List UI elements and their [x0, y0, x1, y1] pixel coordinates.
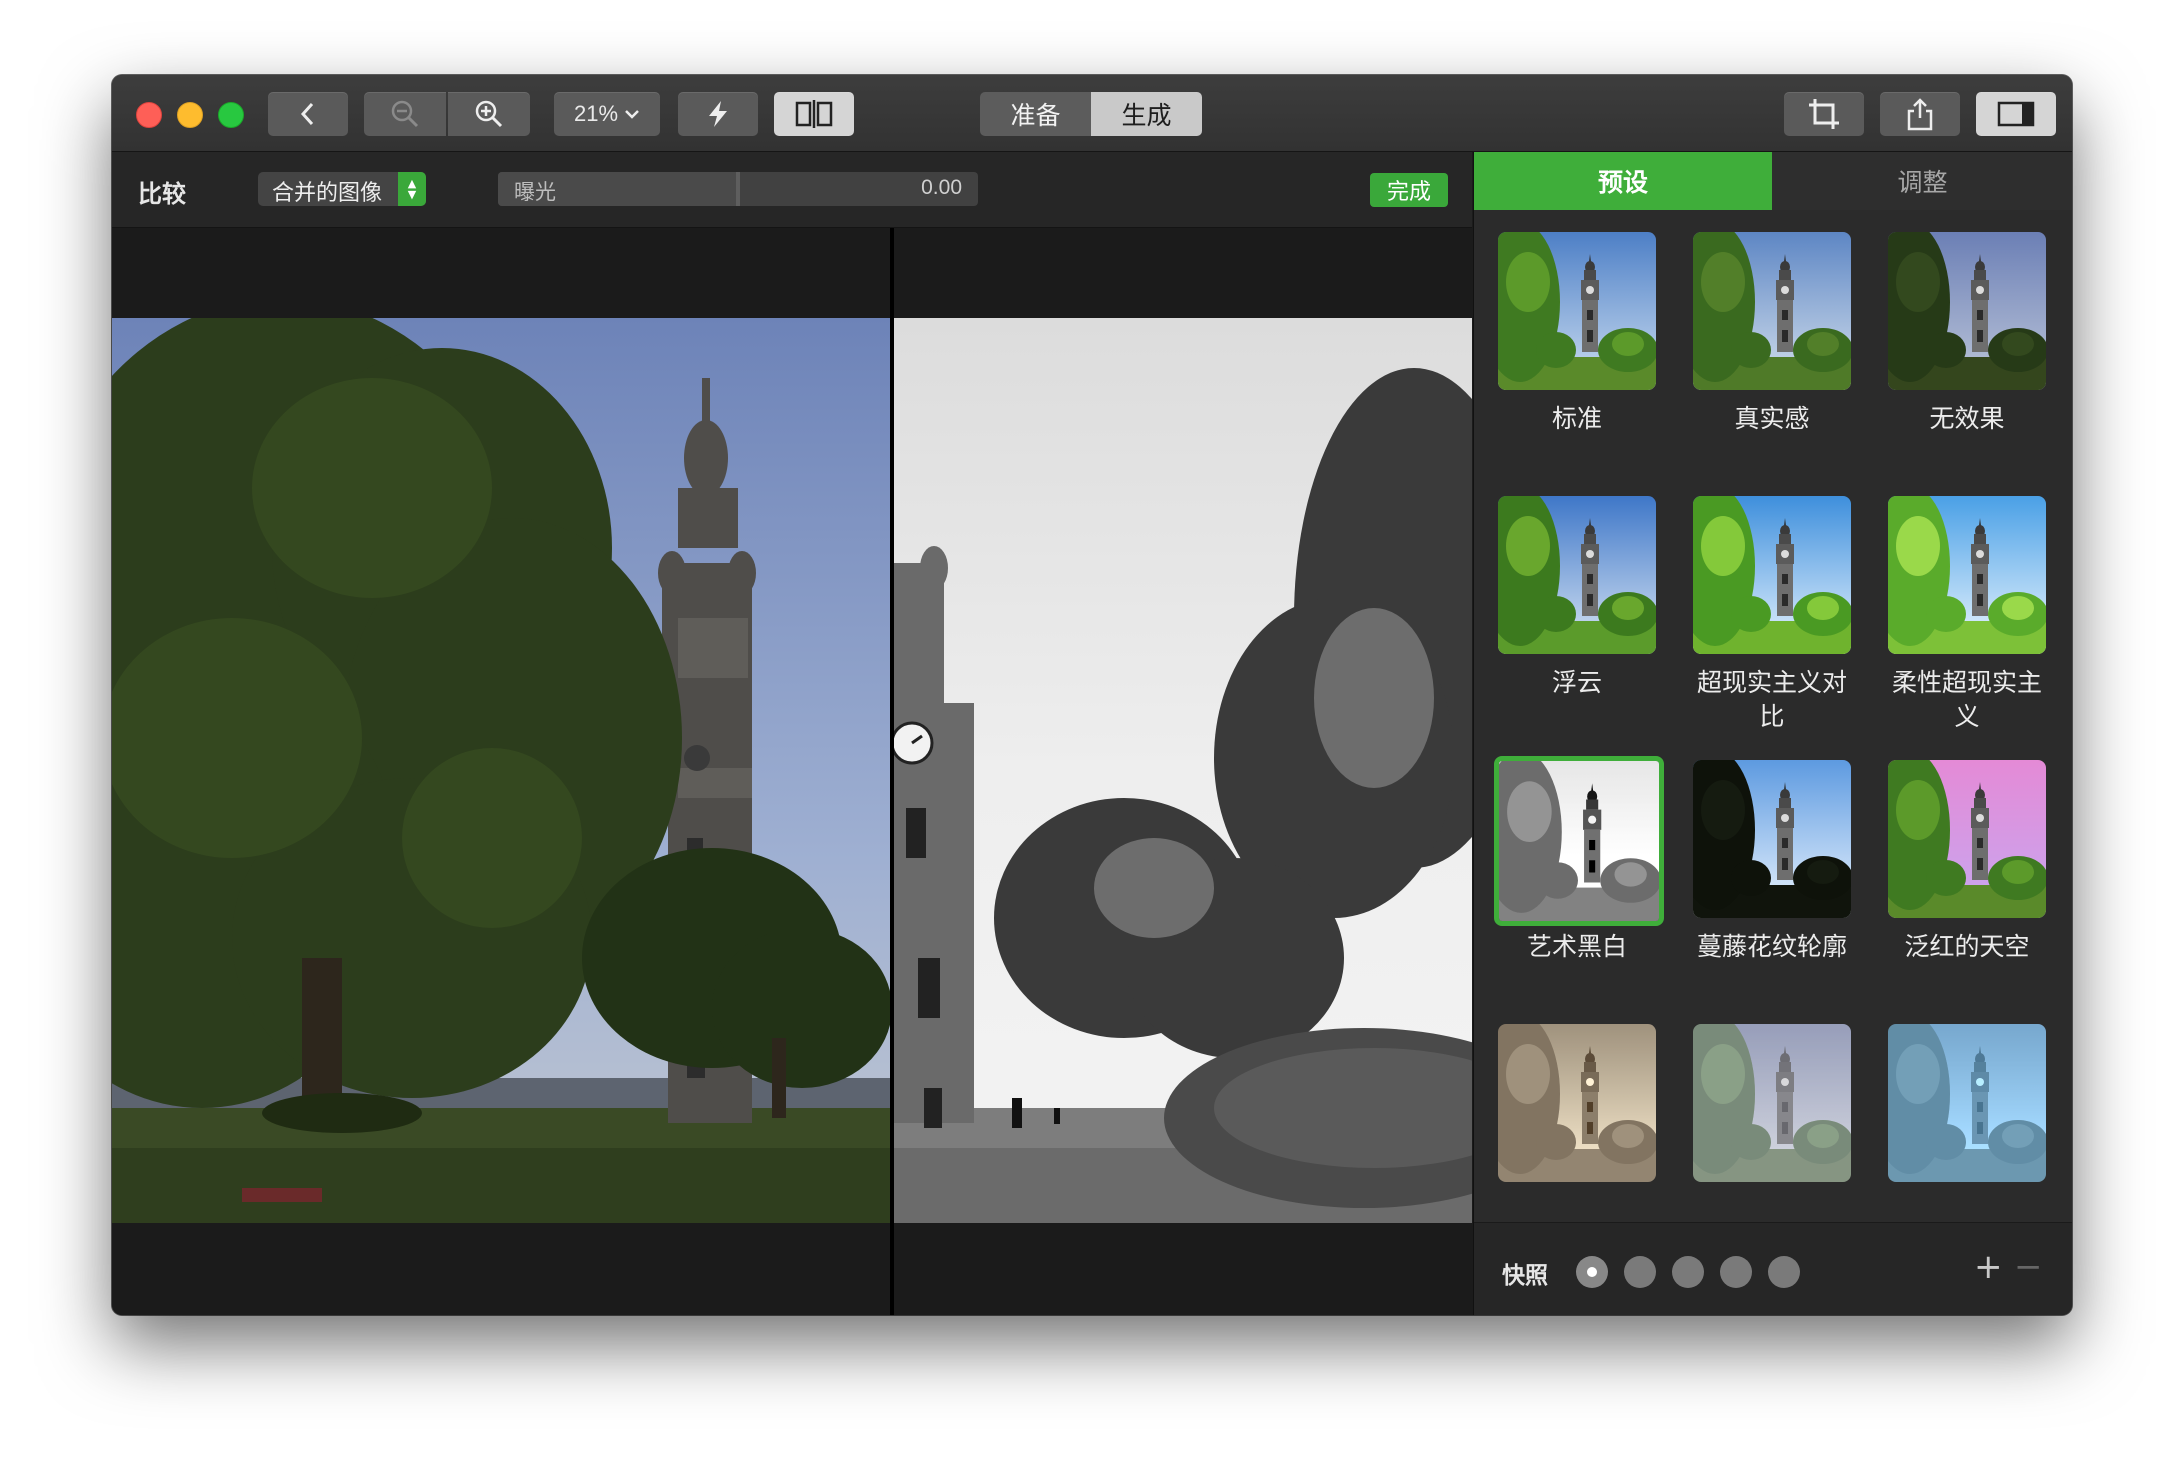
title-bar: 21% 准备 生成 [112, 75, 2072, 152]
preset-label: 柔性超现实主义 [1891, 668, 2042, 731]
right-panel: 预设 调整 标准 真实感 无效果 浮云 超现实主义对比 柔性超现实主义 艺术黑白… [1473, 152, 2072, 1315]
lightning-icon [709, 101, 727, 127]
tab-generate[interactable]: 生成 [1091, 92, 1202, 136]
compare-mode-select[interactable]: 合并的图像 ▲ ▼ [258, 172, 426, 206]
preset-label: 艺术黑白 [1526, 932, 1627, 961]
preset-thumbnail[interactable] [1888, 760, 2046, 918]
sidebar-toggle-button[interactable] [1976, 92, 2056, 136]
done-button[interactable]: 完成 [1370, 173, 1448, 207]
compare-mode-value: 合并的图像 [272, 181, 383, 206]
zoom-window-button[interactable] [218, 102, 244, 128]
tab-adjust[interactable]: 调整 [1772, 152, 2072, 210]
original-photo [112, 318, 890, 1223]
crop-button[interactable] [1784, 92, 1864, 136]
mode-segmented-control: 准备 生成 [980, 92, 1202, 136]
zoom-out-icon [391, 100, 419, 128]
preset-thumbnail[interactable] [1693, 496, 1851, 654]
tab-presets[interactable]: 预设 [1474, 152, 1772, 210]
minimize-window-button[interactable] [177, 102, 203, 128]
exposure-slider-knob[interactable] [736, 172, 740, 206]
snapshot-slot[interactable] [1720, 1256, 1752, 1288]
share-button[interactable] [1880, 92, 1960, 136]
preset-thumbnail[interactable] [1498, 496, 1656, 654]
auto-enhance-button[interactable] [678, 92, 758, 136]
preset-grid: 标准 真实感 无效果 浮云 超现实主义对比 柔性超现实主义 艺术黑白 蔓藤花纹轮… [1474, 210, 2072, 1222]
preset-label: 标准 [1551, 404, 1602, 433]
chevron-left-icon [300, 102, 314, 126]
panel-tabs: 预设 调整 [1474, 152, 2072, 210]
snapshot-slot[interactable] [1672, 1256, 1704, 1288]
split-compare-button[interactable] [774, 92, 854, 136]
image-canvas [112, 228, 1472, 1315]
zoom-out-button[interactable] [364, 92, 446, 136]
preset-thumbnail[interactable] [1888, 496, 2046, 654]
zoom-level-value: 21% [573, 101, 619, 126]
preset-label: 浮云 [1551, 668, 1602, 697]
snapshots-bar: 快照 + − [1474, 1222, 2072, 1315]
close-window-button[interactable] [136, 102, 162, 128]
exposure-slider[interactable]: 曝光 0.00 [498, 172, 978, 206]
compare-split-handle[interactable] [890, 228, 894, 1315]
snapshot-slot[interactable] [1576, 1256, 1608, 1288]
zoom-in-button[interactable] [448, 92, 530, 136]
updown-chevron-icon: ▲ ▼ [398, 172, 426, 206]
share-icon [1907, 98, 1933, 131]
preset-thumbnail[interactable] [1693, 1024, 1851, 1182]
tab-prepare[interactable]: 准备 [980, 92, 1091, 136]
crop-icon [1809, 99, 1839, 129]
preset-thumbnail[interactable] [1494, 756, 1664, 926]
split-view-icon [795, 100, 833, 128]
back-button[interactable] [268, 92, 348, 136]
compare-label: 比较 [138, 180, 186, 208]
preset-thumbnail[interactable] [1693, 760, 1851, 918]
preset-label: 泛红的天空 [1904, 932, 2030, 961]
snapshot-slot[interactable] [1624, 1256, 1656, 1288]
preset-label: 超现实主义对比 [1696, 668, 1847, 731]
snapshots-label: 快照 [1502, 1263, 1548, 1289]
preset-thumbnail[interactable] [1693, 232, 1851, 390]
zoom-level-dropdown[interactable]: 21% [554, 92, 660, 136]
chevron-down-icon [625, 110, 639, 119]
zoom-in-icon [475, 100, 503, 128]
preset-label: 无效果 [1929, 404, 2005, 433]
preset-thumbnail[interactable] [1498, 1024, 1656, 1182]
add-snapshot-button[interactable]: + [1974, 1247, 2003, 1287]
preset-label: 蔓藤花纹轮廓 [1696, 932, 1847, 961]
compare-toolbar: 比较 合并的图像 ▲ ▼ 曝光 0.00 完成 [112, 152, 1472, 228]
sidebar-icon [1997, 101, 2035, 127]
preset-thumbnail[interactable] [1888, 232, 2046, 390]
exposure-label: 曝光 [514, 180, 556, 204]
exposure-value: 0.00 [921, 176, 962, 199]
preset-label: 真实感 [1734, 404, 1810, 433]
preset-thumbnail[interactable] [1888, 1024, 2046, 1182]
processed-photo [894, 318, 1472, 1223]
app-window: 21% 准备 生成 比较 合并的图像 ▲ ▼ 曝光 0.00 完成 预设 调整 … [112, 75, 2072, 1315]
remove-snapshot-button[interactable]: − [2014, 1247, 2043, 1287]
preset-thumbnail[interactable] [1498, 232, 1656, 390]
snapshot-slot[interactable] [1768, 1256, 1800, 1288]
